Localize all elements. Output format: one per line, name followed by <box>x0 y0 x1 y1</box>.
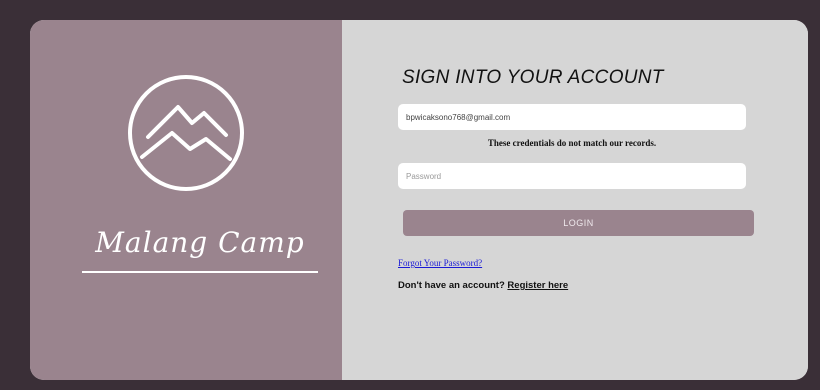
brand-name: Malang Camp <box>95 226 305 259</box>
email-field[interactable] <box>398 104 746 130</box>
register-prompt-text: Don't have an account? <box>398 280 505 291</box>
register-prompt-line: Don't have an account? Register here <box>398 280 568 291</box>
brand-underline <box>82 271 318 273</box>
register-link[interactable]: Register here <box>507 280 568 291</box>
page-title: SIGN INTO YOUR ACCOUNT <box>402 67 664 88</box>
login-panel: SIGN INTO YOUR ACCOUNT These credentials… <box>342 20 808 380</box>
mountain-logo-icon <box>128 75 244 191</box>
error-message: These credentials do not match our recor… <box>487 138 657 148</box>
login-card: Malang Camp SIGN INTO YOUR ACCOUNT These… <box>30 20 808 380</box>
login-button[interactable]: LOGIN <box>403 210 754 236</box>
forgot-password-link[interactable]: Forgot Your Password? <box>398 258 482 268</box>
password-field[interactable] <box>398 163 746 189</box>
app-window: Malang Camp SIGN INTO YOUR ACCOUNT These… <box>0 0 820 390</box>
brand-panel: Malang Camp <box>30 20 342 380</box>
